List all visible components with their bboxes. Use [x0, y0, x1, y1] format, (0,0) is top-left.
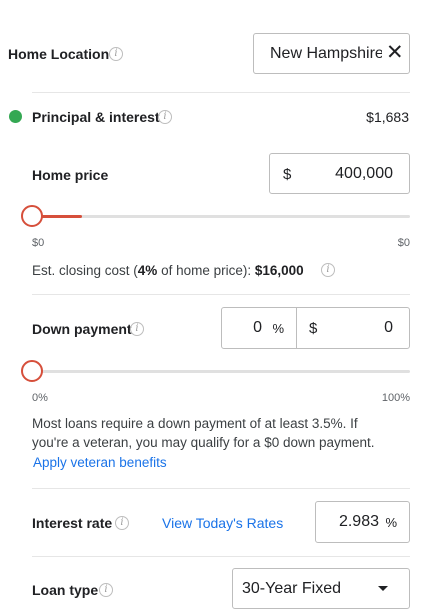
close-icon[interactable]: ✕ — [386, 41, 404, 65]
currency-symbol: $ — [309, 320, 318, 337]
percent-unit: % — [272, 321, 284, 336]
info-icon[interactable]: i — [321, 263, 335, 277]
apply-veteran-benefits-link[interactable]: Apply veteran benefits — [33, 455, 167, 470]
home-location-value: New Hampshire — [270, 45, 382, 62]
home-price-value: 400,000 — [335, 165, 393, 182]
down-payment-note-line2: you're a veteran, you may qualify for a … — [32, 435, 375, 450]
currency-symbol: $ — [283, 166, 292, 183]
home-price-slider-max: $0 — [397, 237, 410, 249]
home-location-field[interactable]: New Hampshire ✕ — [253, 33, 410, 74]
info-icon[interactable]: i — [115, 516, 129, 530]
down-payment-percent-value: 0 — [253, 319, 262, 336]
interest-rate-input[interactable]: 2.983 % — [315, 501, 410, 543]
info-icon[interactable]: i — [99, 583, 113, 597]
interest-rate-value: 2.983 — [338, 513, 379, 530]
down-payment-slider-min: 0% — [32, 392, 48, 404]
principal-amount: $1,683 — [366, 109, 409, 125]
principal-color-dot — [9, 110, 22, 123]
info-icon[interactable]: i — [158, 110, 172, 124]
divider — [32, 488, 410, 489]
info-icon[interactable]: i — [109, 47, 123, 61]
home-location-label: Home Location — [8, 46, 110, 62]
home-price-slider-min: $0 — [32, 237, 45, 249]
loan-type-label: Loan type — [32, 582, 99, 598]
down-payment-label: Down payment — [32, 321, 132, 337]
down-payment-slider-max: 100% — [381, 392, 410, 404]
loan-type-select[interactable]: 30-Year Fixed — [232, 568, 410, 609]
home-price-slider-thumb[interactable] — [21, 205, 43, 227]
home-price-label: Home price — [32, 167, 109, 183]
interest-rate-label: Interest rate — [32, 515, 113, 531]
home-price-slider-track[interactable] — [32, 215, 410, 218]
down-payment-slider-track[interactable] — [32, 370, 410, 373]
down-payment-amount-value: 0 — [384, 319, 393, 336]
divider — [32, 556, 410, 557]
closing-cost-text: Est. closing cost (4% of home price): $1… — [32, 263, 304, 278]
home-price-input[interactable]: $ 400,000 — [269, 153, 410, 194]
view-todays-rates-link[interactable]: View Today's Rates — [162, 515, 283, 531]
dropdown-arrow-icon — [378, 586, 388, 591]
loan-type-selected: 30-Year Fixed — [242, 580, 342, 597]
principal-label: Principal & interest — [32, 109, 160, 125]
down-payment-amount-input[interactable]: $ 0 — [296, 307, 410, 349]
divider — [32, 92, 410, 93]
percent-unit: % — [385, 515, 397, 530]
down-payment-slider-thumb[interactable] — [21, 360, 43, 382]
down-payment-note-line1: Most loans require a down payment of at … — [32, 416, 358, 431]
info-icon[interactable]: i — [130, 322, 144, 336]
divider — [32, 294, 410, 295]
down-payment-percent-input[interactable]: 0 % — [221, 307, 297, 349]
